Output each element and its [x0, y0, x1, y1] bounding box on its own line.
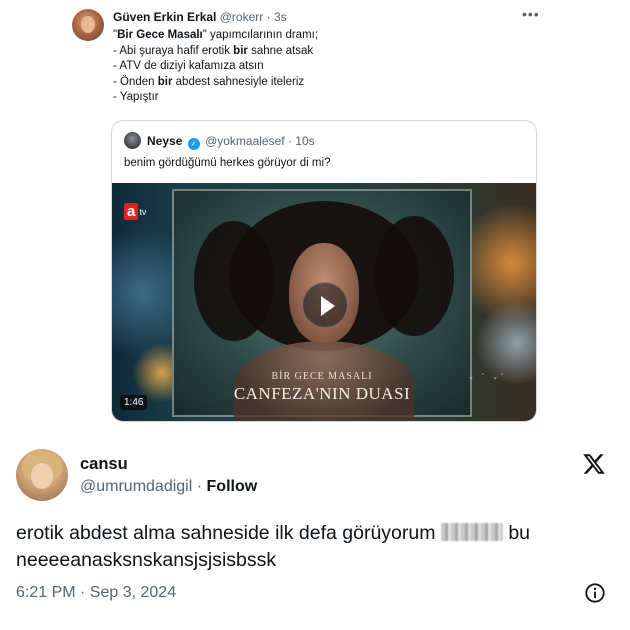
quoted-tweet-header: Neyse ✓ @yokmaalesef · 10s — [147, 134, 315, 150]
more-options-icon[interactable]: ••• — [522, 6, 540, 22]
tweet-text-part: erotik abdest alma sahneside ilk defa gö… — [16, 522, 436, 544]
embedded-tweet-line: - ATV de diziyi kafamıza atsın — [113, 60, 264, 72]
show-subtitle: BİR GECE MASALI — [271, 371, 373, 382]
author-handle-line: @umrumdadigil · Follow — [80, 478, 257, 496]
quoted-author-avatar[interactable] — [124, 132, 141, 149]
author-handle[interactable]: @umrumdadigil — [80, 478, 192, 495]
quoted-separator: · — [287, 134, 292, 148]
censored-word — [440, 523, 503, 541]
embedded-tweet-text: "Bir Gece Masalı" yapımcılarının dramı; … — [113, 28, 318, 106]
tweet-text: erotik abdest alma sahneside ilk defa gö… — [16, 520, 616, 574]
x-logo-icon[interactable] — [582, 452, 606, 476]
quoted-author-handle[interactable]: @yokmaalesef — [205, 134, 285, 148]
channel-logo: a tv — [124, 203, 146, 220]
embedded-tweet-screenshot: Güven Erkin Erkal @rokerr · 3s ••• "Bir … — [0, 0, 630, 432]
embedded-author-handle[interactable]: @rokerr — [220, 10, 264, 24]
show-title: CANFEZA'NIN DUASI — [233, 384, 411, 403]
embedded-separator: · — [266, 10, 271, 24]
quoted-author-name[interactable]: Neyse — [147, 134, 182, 148]
embedded-tweet-time[interactable]: 3s — [274, 10, 287, 24]
embedded-author-avatar[interactable] — [72, 9, 104, 41]
handle-separator: · — [196, 478, 203, 495]
embedded-author-name[interactable]: Güven Erkin Erkal — [113, 10, 216, 24]
play-icon[interactable] — [302, 282, 348, 328]
embedded-tweet-line: - Abi şuraya hafif erotik bir sahne atsa… — [113, 44, 314, 57]
author-avatar[interactable] — [16, 449, 68, 501]
video-duration: 1:46 — [120, 395, 148, 410]
verified-badge-icon: ✓ — [187, 138, 200, 150]
author-name[interactable]: cansu — [80, 455, 128, 474]
quoted-tweet-time[interactable]: 10s — [295, 134, 314, 148]
birds-decoration: ⌄ ˇ ⌄ˇ — [468, 374, 507, 381]
quoted-tweet-text: benim gördüğümü herkes görüyor di mi? — [124, 157, 331, 169]
video-player[interactable]: a tv BİR GECE MASALI CANFEZA'NIN DUASI ⌄ … — [112, 183, 536, 421]
follow-button[interactable]: Follow — [207, 478, 258, 495]
embedded-tweet-line: - Yapıştır — [113, 91, 159, 103]
quoted-tweet-card[interactable]: Neyse ✓ @yokmaalesef · 10s benim gördüğü… — [111, 120, 537, 422]
embedded-tweet-header: Güven Erkin Erkal @rokerr · 3s — [113, 10, 287, 24]
tweet-timestamp[interactable]: 6:21 PM · Sep 3, 2024 — [16, 584, 176, 602]
embedded-tweet-line: "Bir Gece Masalı" yapımcılarının dramı; — [113, 29, 319, 41]
embedded-tweet-line: - Önden bir abdest sahnesiyle iteleriz — [113, 75, 305, 88]
info-icon[interactable] — [584, 582, 606, 604]
